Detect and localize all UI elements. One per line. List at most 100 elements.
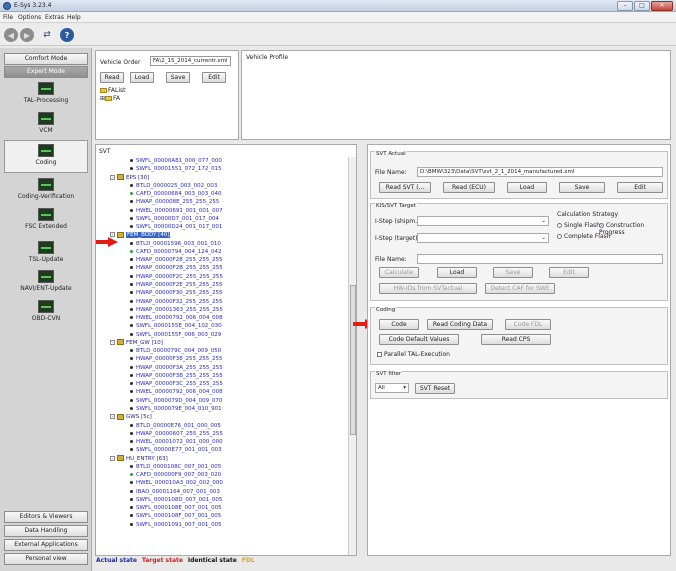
external-applications-button[interactable]: External Applications [4,539,88,551]
svt-unit-row[interactable]: HWAP_00000F32_255_255_255 [96,298,349,306]
istep-shipm-select[interactable]: ⌄ [417,216,549,226]
nav-vcm[interactable]: VCM [4,112,88,134]
target-save-button[interactable]: Save [493,267,533,278]
maximize-button[interactable]: □ [634,1,650,11]
fa-read-button[interactable]: Read [100,72,124,83]
svt-scrollbar[interactable] [348,157,356,555]
nav-navi-ent-update[interactable]: NAVI/ENT-Update [4,270,88,292]
nav-coding[interactable]: Coding [4,140,88,173]
svt-unit-row[interactable]: SWFL_0000108D_007_001_005 [96,496,349,504]
nav-fsc-extended[interactable]: FSC Extended [4,208,88,230]
falist-node[interactable]: FAList [100,87,126,94]
svt-unit-row[interactable]: HWEL_00000792_006_004_008 [96,388,349,396]
svt-ecu-node[interactable]: - EPS [30] [96,174,349,182]
svt-unit-row[interactable]: SWFL_00001551_072_172_015 [96,165,349,173]
svt-ecu-node[interactable]: - FEM_BODY [40] [96,231,349,239]
expert-mode-button[interactable]: Expert Mode [4,66,88,78]
svt-unit-row[interactable]: SWFL_00000D24_001_017_001 [96,223,349,231]
hw-ids-button[interactable]: HW-IDs from SVTactual [379,283,477,294]
svt-unit-row[interactable]: HWAP_00001363_255_255_255 [96,306,349,314]
collapse-icon[interactable]: - [110,414,115,420]
nav-tal-processing[interactable]: TAL-Processing [4,82,88,104]
svt-unit-row[interactable]: HWAP_00000F3A_255_255_255 [96,364,349,372]
svt-unit-row[interactable]: HWAP_00000F3B_255_255_255 [96,372,349,380]
menu-help[interactable]: Help [67,14,81,21]
svt-ecu-node[interactable]: - FEM_GW [10] [96,339,349,347]
svt-scroll-thumb[interactable] [350,285,356,435]
svt-unit-row[interactable]: HWEL_00001072_001_000_000 [96,438,349,446]
personal-view-button[interactable]: Personal view [4,553,88,565]
vehicle-order-field[interactable]: FA\2_15_2014_currentr.xml [150,56,231,66]
svt-unit-row[interactable]: CAFD_00000794_004_124_042 [96,248,349,256]
svt-ecu-node[interactable]: - HU_ENTRY [63] [96,455,349,463]
svt-edit-button[interactable]: Edit [617,182,663,193]
read-ecu-button[interactable]: Read (ECU) [443,182,495,193]
minimize-button[interactable]: – [617,1,633,11]
svt-reset-button[interactable]: SVT Reset [415,383,455,394]
svt-ecu-node[interactable]: - GWS [5c] [96,413,349,421]
svt-unit-row[interactable]: CAFD_000000F9_007_003_020 [96,471,349,479]
collapse-icon[interactable]: - [110,455,115,461]
code-button[interactable]: Code [379,319,419,330]
code-fdl-button[interactable]: Code FDL [505,319,551,330]
radio-single-flash[interactable]: Single Flash [557,222,600,229]
fa-edit-button[interactable]: Edit [202,72,226,83]
svt-unit-row[interactable]: HWEL_000010A3_002_002_000 [96,479,349,487]
svt-unit-row[interactable]: SWFL_00000E77_001_001_003 [96,446,349,454]
svt-unit-row[interactable]: SWFL_0000155F_006_003_029 [96,331,349,339]
svt-unit-row[interactable]: BTLD_00001596_003_001_010 [96,240,349,248]
svt-unit-row[interactable]: HWAP_00000F30_255_255_255 [96,289,349,297]
calculate-button[interactable]: Calculate [379,267,419,278]
svt-unit-row[interactable]: SWFL_00000D7_001_017_004 [96,215,349,223]
svt-filter-select[interactable]: All ▾ [375,383,409,393]
parallel-tal-checkbox[interactable]: Parallel TAL-Execution [377,351,450,358]
target-file-field[interactable] [417,254,663,264]
svt-unit-row[interactable]: HWAP_00000F38_255_255_255 [96,355,349,363]
nav-coding-verification[interactable]: Coding-Verification [4,178,88,200]
svt-unit-row[interactable]: SWFL_00000A81_000_077_000 [96,157,349,165]
svt-unit-row[interactable]: HWEL_00000691_001_001_007 [96,207,349,215]
forward-button[interactable]: ▶ [20,28,34,42]
fa-load-button[interactable]: Load [130,72,154,83]
help-icon[interactable]: ? [60,28,74,42]
svt-save-button[interactable]: Save [559,182,605,193]
radio-complete-flash[interactable]: Complete Flash [557,233,611,240]
svt-unit-row[interactable]: SWFL_0000155E_004_102_030 [96,322,349,330]
svt-unit-row[interactable]: HWAP_00000F2C_255_255_255 [96,273,349,281]
menu-options[interactable]: Options [18,14,41,21]
code-default-values-button[interactable]: Code Default Values [379,334,459,345]
nav-tsl-update[interactable]: TSL-Update [4,241,88,263]
svt-unit-row[interactable]: HWAP_00000F28_255_255_255 [96,256,349,264]
nav-obd-cvn[interactable]: OBD-CVN [4,300,88,322]
svt-unit-row[interactable]: HWAP_00000F3C_255_255_255 [96,380,349,388]
svt-unit-row[interactable]: HWEL_00000792_006_004_008 [96,314,349,322]
target-edit-button[interactable]: Edit [549,267,589,278]
svt-unit-row[interactable]: BTLD_00000E76_001_000_005 [96,422,349,430]
menu-file[interactable]: File [3,14,13,21]
read-svt-button[interactable]: Read SVT (... [379,182,431,193]
editors-viewers-button[interactable]: Editors & Viewers [4,511,88,523]
collapse-icon[interactable]: - [110,174,115,180]
svt-unit-row[interactable]: HWAP_000008E_255_255_255 [96,198,349,206]
svt-unit-row[interactable]: HWAP_00000607_255_255_255 [96,430,349,438]
read-coding-data-button[interactable]: Read Coding Data [427,319,493,330]
svt-unit-row[interactable]: SWFL_00001091_007_001_005 [96,521,349,529]
svt-unit-row[interactable]: SWFL_0000079D_004_009_070 [96,397,349,405]
close-button[interactable]: ✕ [651,1,673,11]
svt-unit-row[interactable]: CAFD_00000684_003_003_040 [96,190,349,198]
svt-unit-row[interactable]: HWAP_00000F2B_255_255_255 [96,264,349,272]
collapse-icon[interactable]: - [110,339,115,345]
svt-actual-file-field[interactable]: D:\BMW\323\Data\SVT\svt_2_1_2014_manufac… [417,167,663,177]
svt-unit-row[interactable]: HWAP_00000F2E_255_255_255 [96,281,349,289]
svt-unit-row[interactable]: IBAD_00001164_007_001_003 [96,488,349,496]
svt-unit-row[interactable]: BTLD_0000079C_004_009_050 [96,347,349,355]
svt-load-button[interactable]: Load [507,182,547,193]
istep-target-select[interactable]: ⌄ [417,233,549,243]
svt-unit-row[interactable]: SWFL_0000108F_007_001_005 [96,512,349,520]
fa-save-button[interactable]: Save [166,72,190,83]
read-cps-button[interactable]: Read CPS [481,334,551,345]
menu-extras[interactable]: Extras [45,14,64,21]
detect-caf-button[interactable]: Detect CAF for SWE [485,283,555,294]
svt-unit-row[interactable]: SWFL_0000108E_007_001_005 [96,504,349,512]
target-load-button[interactable]: Load [437,267,477,278]
